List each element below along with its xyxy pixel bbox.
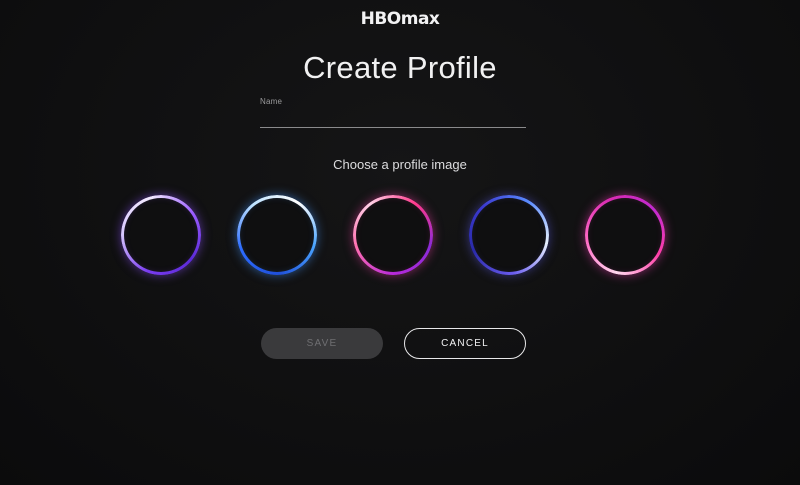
name-field-group: Name xyxy=(260,97,526,129)
profile-image-option-3[interactable] xyxy=(353,195,433,275)
hbo-max-logo: HBOmax xyxy=(360,9,440,29)
profile-image-option-2[interactable] xyxy=(237,195,317,275)
name-input[interactable] xyxy=(260,109,526,128)
page-title: Create Profile xyxy=(303,50,497,85)
create-profile-page: HBOmax Create Profile Name Choose a prof… xyxy=(0,0,800,485)
cancel-button[interactable]: CANCEL xyxy=(404,328,526,359)
profile-image-option-4[interactable] xyxy=(469,195,549,275)
choose-profile-image-label: Choose a profile image xyxy=(333,157,467,172)
name-field-label: Name xyxy=(260,97,283,106)
profile-image-option-1[interactable] xyxy=(121,195,201,275)
profile-image-option-5[interactable] xyxy=(585,195,665,275)
save-button[interactable]: SAVE xyxy=(261,328,383,359)
